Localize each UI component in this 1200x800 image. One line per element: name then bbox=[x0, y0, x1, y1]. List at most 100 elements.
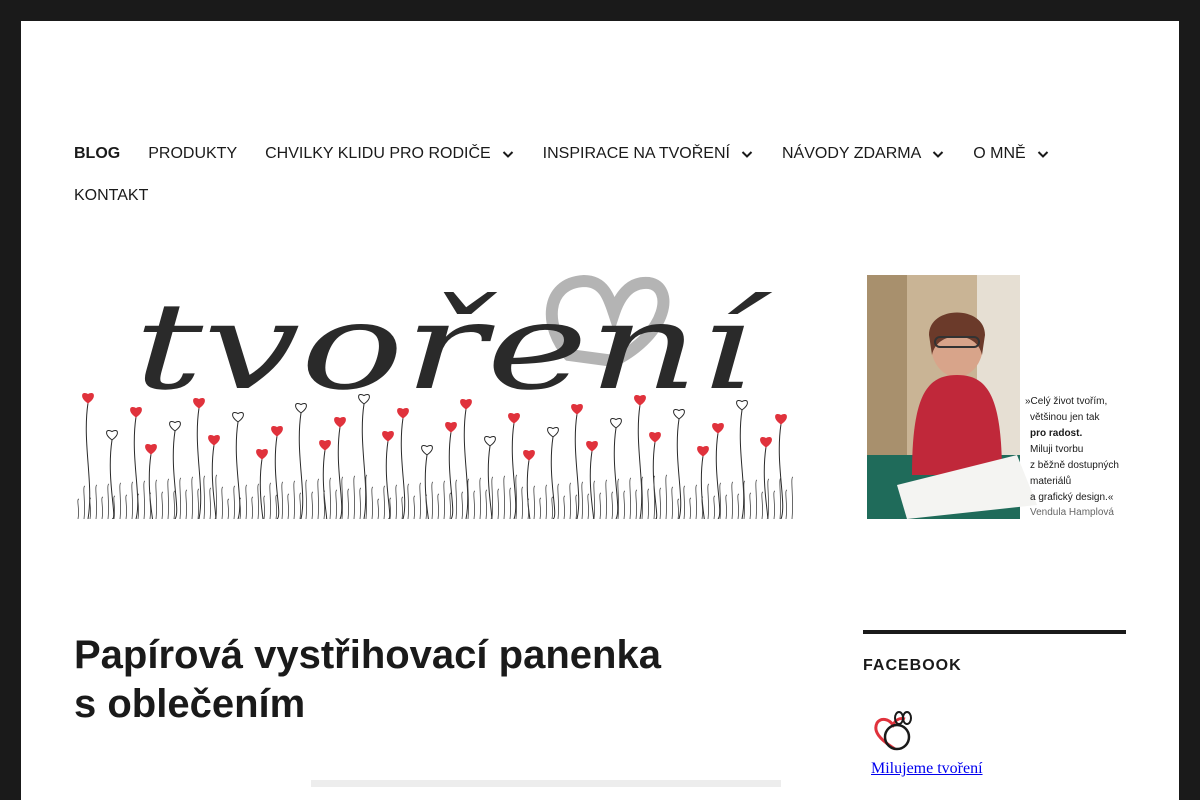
nav-item-label: O MNĚ bbox=[973, 145, 1026, 162]
nav-item-label: KONTAKT bbox=[74, 187, 149, 204]
nav-item-chvilky-klidu[interactable]: CHVILKY KLIDU PRO RODIČE bbox=[265, 145, 515, 163]
flower-stem bbox=[613, 427, 619, 520]
grass-blade bbox=[227, 498, 230, 520]
grass-blade bbox=[503, 475, 506, 520]
grass-blade bbox=[209, 487, 212, 520]
heart-flower-icon bbox=[319, 440, 331, 451]
chevron-down-icon bbox=[741, 151, 753, 158]
grass-blade bbox=[557, 483, 560, 520]
grass-blade bbox=[335, 489, 338, 520]
widget-divider bbox=[863, 630, 1126, 634]
grass-blade bbox=[485, 489, 488, 520]
nav-item-label: PRODUKTY bbox=[148, 145, 238, 162]
heart-flower-icon bbox=[445, 422, 457, 433]
nav-row-1: BLOG PRODUKTY CHVILKY KLIDU PRO RODIČE I… bbox=[74, 133, 1134, 175]
grass-blade bbox=[479, 477, 482, 520]
chevron-down-icon bbox=[1037, 151, 1048, 158]
grass-blade bbox=[647, 488, 650, 520]
heart-flower-icon bbox=[484, 436, 496, 447]
flower-stem bbox=[85, 402, 91, 520]
nav-item-navody-zdarma[interactable]: NÁVODY ZDARMA bbox=[782, 145, 945, 163]
grass-blade bbox=[389, 497, 392, 520]
quote-signature: Vendula Hamplová bbox=[1030, 507, 1114, 518]
heart-flower-icon bbox=[610, 418, 622, 429]
grass-blade bbox=[353, 475, 356, 520]
post-title-line: s oblečením bbox=[74, 682, 306, 726]
grass-blade bbox=[419, 482, 422, 520]
nav-item-o-mne[interactable]: O MNĚ bbox=[973, 145, 1049, 163]
flower-stem bbox=[385, 440, 391, 520]
grass-blade bbox=[449, 492, 452, 520]
grass-blade bbox=[281, 481, 284, 520]
flower-stem bbox=[589, 450, 595, 522]
grass-blade bbox=[431, 481, 434, 520]
quote-line: Miluji tvorbu bbox=[1030, 444, 1083, 455]
grass-blade bbox=[731, 481, 734, 520]
nav-item-blog[interactable]: BLOG bbox=[74, 145, 120, 163]
grass-blade bbox=[359, 487, 362, 520]
heart-flower-icon bbox=[106, 430, 118, 441]
quote-line: materiálů bbox=[1030, 475, 1071, 487]
page: BLOG PRODUKTY CHVILKY KLIDU PRO RODIČE I… bbox=[21, 21, 1179, 800]
heart-flower-icon bbox=[421, 445, 433, 456]
post-title-line: Papírová vystřihovací panenka bbox=[74, 633, 661, 677]
grass-blade bbox=[101, 496, 104, 520]
facebook-page-logo-icon[interactable] bbox=[871, 709, 919, 753]
flower-stem bbox=[148, 453, 154, 523]
grass-blade bbox=[569, 482, 572, 520]
nav-item-inspirace[interactable]: INSPIRACE NA TVOŘENÍ bbox=[543, 145, 754, 163]
flower-stem bbox=[259, 458, 265, 525]
grass-blade bbox=[605, 479, 608, 520]
heart-flower-icon bbox=[145, 444, 157, 455]
nav-item-produkty[interactable]: PRODUKTY bbox=[148, 145, 237, 163]
flower-stem bbox=[235, 421, 241, 520]
grass-blade bbox=[341, 476, 344, 520]
flower-stem bbox=[196, 407, 202, 520]
flower-stem bbox=[463, 408, 469, 520]
grass-blade bbox=[635, 489, 638, 520]
chevron-down-icon bbox=[933, 151, 944, 158]
header-banner[interactable]: tvoření bbox=[74, 273, 794, 526]
flower-stem bbox=[739, 409, 745, 520]
grass-blade bbox=[581, 481, 584, 520]
post-title[interactable]: Papírová vystřihovací panenka s oblečení… bbox=[74, 631, 714, 729]
grass-blade bbox=[251, 496, 254, 520]
grass-blade bbox=[437, 493, 440, 520]
grass-blade bbox=[179, 477, 182, 520]
flower-stem bbox=[211, 444, 217, 520]
grass-blade bbox=[659, 487, 662, 520]
grass-blade bbox=[575, 494, 578, 520]
grass-blade bbox=[89, 497, 92, 520]
grass-blade bbox=[719, 482, 722, 520]
flower-stem bbox=[337, 426, 343, 520]
grass-blade bbox=[299, 492, 302, 520]
nav-item-label: NÁVODY ZDARMA bbox=[781, 145, 922, 162]
grass-blade bbox=[689, 497, 692, 520]
author-photo[interactable]: »Celý život tvořím, většinou jen tak pro… bbox=[867, 275, 1125, 519]
author-photo-graphic: »Celý život tvořím, většinou jen tak pro… bbox=[867, 275, 1125, 519]
heart-flower-icon bbox=[334, 417, 346, 428]
facebook-page-link[interactable]: Milujeme tvoření bbox=[871, 760, 983, 778]
grass-blade bbox=[203, 475, 206, 520]
header-banner-graphic: tvoření bbox=[77, 274, 794, 526]
grass-blade bbox=[443, 480, 446, 520]
grass-blade bbox=[263, 495, 266, 520]
post-excerpt-fragment bbox=[311, 780, 781, 787]
grass-blade bbox=[131, 481, 134, 520]
grass-blade bbox=[125, 494, 128, 520]
nav-item-kontakt[interactable]: KONTAKT bbox=[74, 187, 148, 205]
quote-line: z běžně dostupných bbox=[1030, 460, 1119, 471]
flower-stem bbox=[487, 445, 493, 521]
quote-line: pro radost. bbox=[1030, 428, 1082, 439]
grass-blade bbox=[671, 486, 674, 520]
grass-blade bbox=[377, 498, 380, 520]
quote-line: většinou jen tak bbox=[1030, 412, 1100, 423]
grass-blade bbox=[395, 484, 398, 520]
flower-stem bbox=[448, 431, 454, 520]
grass-blade bbox=[665, 474, 668, 520]
grass-blade bbox=[317, 478, 320, 520]
grass-blade bbox=[233, 485, 236, 520]
grass-blade bbox=[329, 477, 332, 520]
grass-blade bbox=[737, 493, 740, 520]
grass-blade bbox=[371, 486, 374, 520]
